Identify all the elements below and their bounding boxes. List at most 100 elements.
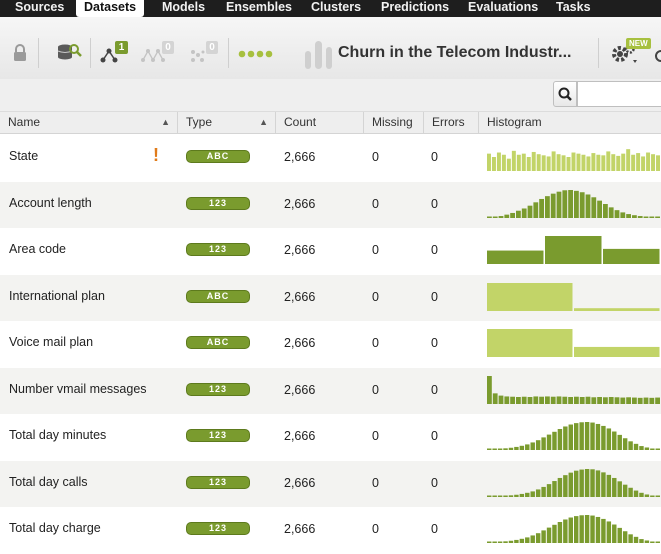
sort-icon[interactable]: ▲ xyxy=(259,112,268,133)
more-options-icon[interactable] xyxy=(654,49,661,63)
histogram-bar[interactable] xyxy=(541,530,546,544)
histogram-bar[interactable] xyxy=(492,541,497,544)
histogram-bar[interactable] xyxy=(606,474,612,497)
field-name[interactable]: Area code xyxy=(9,242,66,256)
lock-icon[interactable] xyxy=(12,44,28,62)
field-name[interactable]: Number vmail messages xyxy=(9,382,147,396)
histogram-bar[interactable] xyxy=(574,190,579,218)
histogram-bar[interactable] xyxy=(491,157,496,172)
histogram-bar[interactable] xyxy=(656,155,660,172)
histogram-bar[interactable] xyxy=(574,307,660,311)
tab-models[interactable]: Models xyxy=(162,0,205,17)
warning-icon[interactable]: ! xyxy=(153,145,159,166)
histogram-bar[interactable] xyxy=(616,156,621,172)
histogram-bar[interactable] xyxy=(496,152,501,172)
histogram-bar[interactable] xyxy=(562,396,568,404)
histogram-bar[interactable] xyxy=(556,396,562,404)
histogram-bar[interactable] xyxy=(519,493,525,497)
histogram-bar[interactable] xyxy=(527,205,533,218)
histogram-bar[interactable] xyxy=(574,516,579,544)
histogram-bar[interactable] xyxy=(644,494,650,497)
histogram-bar[interactable] xyxy=(574,347,660,358)
histogram-bar[interactable] xyxy=(576,153,581,172)
histogram-bar[interactable] xyxy=(552,432,557,451)
histogram-bar[interactable] xyxy=(514,540,519,544)
histogram-bar[interactable] xyxy=(492,448,497,451)
histogram-bar[interactable] xyxy=(514,447,519,451)
histogram-bar[interactable] xyxy=(521,153,526,172)
histogram-bar[interactable] xyxy=(591,197,597,218)
histogram-bar[interactable] xyxy=(639,539,644,544)
tab-tasks[interactable]: Tasks xyxy=(556,0,591,17)
histogram[interactable] xyxy=(487,328,661,358)
search-input[interactable] xyxy=(577,81,661,107)
histogram-bar[interactable] xyxy=(552,525,557,544)
histogram-bar[interactable] xyxy=(601,519,606,544)
histogram-bar[interactable] xyxy=(511,151,516,172)
histogram-bar[interactable] xyxy=(551,151,556,172)
histogram-bar[interactable] xyxy=(628,441,633,451)
field-name[interactable]: Total day minutes xyxy=(9,428,106,442)
histogram-bar[interactable] xyxy=(632,214,637,218)
histogram-bar[interactable] xyxy=(636,153,641,172)
histogram-bar[interactable] xyxy=(655,448,660,451)
histogram-bar[interactable] xyxy=(525,492,530,497)
histogram-bar[interactable] xyxy=(639,446,644,451)
histogram-bar[interactable] xyxy=(504,214,510,218)
histogram-bar[interactable] xyxy=(539,198,544,218)
histogram-bar[interactable] xyxy=(590,515,595,544)
histogram-bar[interactable] xyxy=(612,431,617,451)
histogram-bar[interactable] xyxy=(497,448,503,451)
histogram-bar[interactable] xyxy=(579,469,584,497)
dataset-search-icon[interactable] xyxy=(56,42,82,64)
table-row[interactable]: Total day minutes 123 2,666 0 0 xyxy=(0,414,661,461)
field-name[interactable]: Total day calls xyxy=(9,475,88,489)
histogram-bar[interactable] xyxy=(525,444,530,451)
histogram-bar[interactable] xyxy=(608,396,614,404)
histogram-bar[interactable] xyxy=(508,495,514,497)
tab-evaluations[interactable]: Evaluations xyxy=(468,0,538,17)
histogram-bar[interactable] xyxy=(510,212,515,218)
histogram-bar[interactable] xyxy=(533,396,539,404)
histogram-bar[interactable] xyxy=(606,151,611,172)
histogram-bar[interactable] xyxy=(492,495,497,497)
histogram[interactable] xyxy=(487,468,661,497)
histogram-bar[interactable] xyxy=(503,495,508,497)
histogram-bar[interactable] xyxy=(546,483,552,497)
histogram-bar[interactable] xyxy=(487,495,492,497)
histogram-bar[interactable] xyxy=(650,448,655,451)
histogram-bar[interactable] xyxy=(525,537,530,544)
histogram-bar[interactable] xyxy=(545,236,602,265)
histogram-bar[interactable] xyxy=(519,539,525,544)
histogram-bar[interactable] xyxy=(597,396,602,404)
histogram-bar[interactable] xyxy=(568,517,573,544)
histogram-bar[interactable] xyxy=(503,541,508,544)
histogram-bar[interactable] xyxy=(541,155,546,172)
search-button[interactable] xyxy=(553,81,577,107)
column-header-count[interactable]: Count xyxy=(276,112,364,134)
histogram-bar[interactable] xyxy=(614,397,620,404)
histogram-bar[interactable] xyxy=(535,489,541,497)
histogram-bar[interactable] xyxy=(557,429,563,451)
histogram-bar[interactable] xyxy=(557,477,563,497)
histogram-bar[interactable] xyxy=(595,470,601,497)
histogram-bar[interactable] xyxy=(632,397,637,404)
table-row[interactable]: Voice mail plan ABC 2,666 0 0 xyxy=(0,321,661,368)
histogram-bar[interactable] xyxy=(586,156,591,172)
histogram-bar[interactable] xyxy=(497,495,503,497)
histogram-bar[interactable] xyxy=(568,472,573,497)
histogram-bar[interactable] xyxy=(487,153,491,172)
column-header-type[interactable]: Type ▲ xyxy=(178,112,276,134)
histogram-bar[interactable] xyxy=(621,153,626,172)
histogram-bar[interactable] xyxy=(603,203,608,218)
sort-icon[interactable]: ▲ xyxy=(161,112,170,133)
histogram-bar[interactable] xyxy=(503,448,508,451)
histogram-bar[interactable] xyxy=(556,154,561,172)
histogram-bar[interactable] xyxy=(501,155,506,172)
histogram-bar[interactable] xyxy=(492,393,498,404)
histogram-bar[interactable] xyxy=(622,484,628,497)
histogram-bar[interactable] xyxy=(510,396,515,404)
histogram-bar[interactable] xyxy=(562,190,568,218)
histogram-bar[interactable] xyxy=(591,153,596,172)
histogram-bar[interactable] xyxy=(655,397,660,404)
